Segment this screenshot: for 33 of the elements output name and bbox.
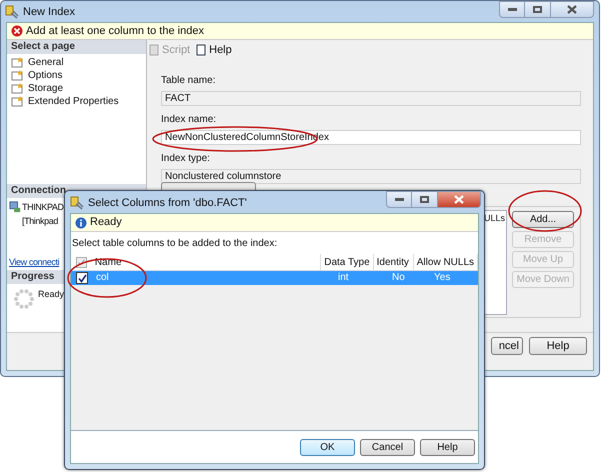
footer-button[interactable]: Help <box>529 337 587 355</box>
connection-link[interactable]: View connecti <box>9 256 60 268</box>
page-item[interactable]: Options <box>7 69 146 81</box>
toolbar-button[interactable]: Help <box>196 42 232 58</box>
page-item[interactable]: General <box>7 56 146 68</box>
table-cell-text: col <box>95 271 110 285</box>
field-label: Index type: <box>161 152 210 166</box>
dialog-button[interactable]: OK <box>300 438 355 456</box>
window-title: Select Columns from 'dbo.FACT' <box>88 196 247 211</box>
column-header[interactable]: Identity <box>374 254 414 270</box>
table-cell-text: Yes <box>433 271 452 285</box>
prompt-text: Select table columns to be added to the index: <box>71 237 278 251</box>
text-field[interactable]: FACT <box>161 91 581 106</box>
field-label: Index name: <box>161 113 216 127</box>
dialog-button[interactable]: Cancel <box>360 438 415 456</box>
progress-status: Ready <box>38 288 64 301</box>
field-label: Table name: <box>161 74 216 88</box>
column-header[interactable]: Data Type <box>321 254 374 270</box>
column-header[interactable]: Allow NULLs <box>414 254 478 270</box>
error-message: Add at least one column to the index <box>26 24 204 39</box>
status-message: Ready <box>90 215 122 230</box>
footer-button[interactable]: ncel <box>491 337 523 355</box>
server-name: THINKPAD <box>22 201 64 214</box>
page-item[interactable]: Storage <box>7 82 146 94</box>
window-title: New Index <box>23 5 75 20</box>
table-cell-text: int <box>337 271 350 285</box>
page-item[interactable]: Extended Properties <box>7 95 146 107</box>
table-cell-text: No <box>391 271 406 285</box>
user-name: [Thinkpad <box>22 214 59 228</box>
text-field[interactable]: Nonclustered columnstore <box>161 169 581 184</box>
side-button[interactable]: Add... <box>512 211 574 228</box>
section-header: Select a page <box>7 40 146 54</box>
dialog-button[interactable]: Help <box>420 438 475 456</box>
